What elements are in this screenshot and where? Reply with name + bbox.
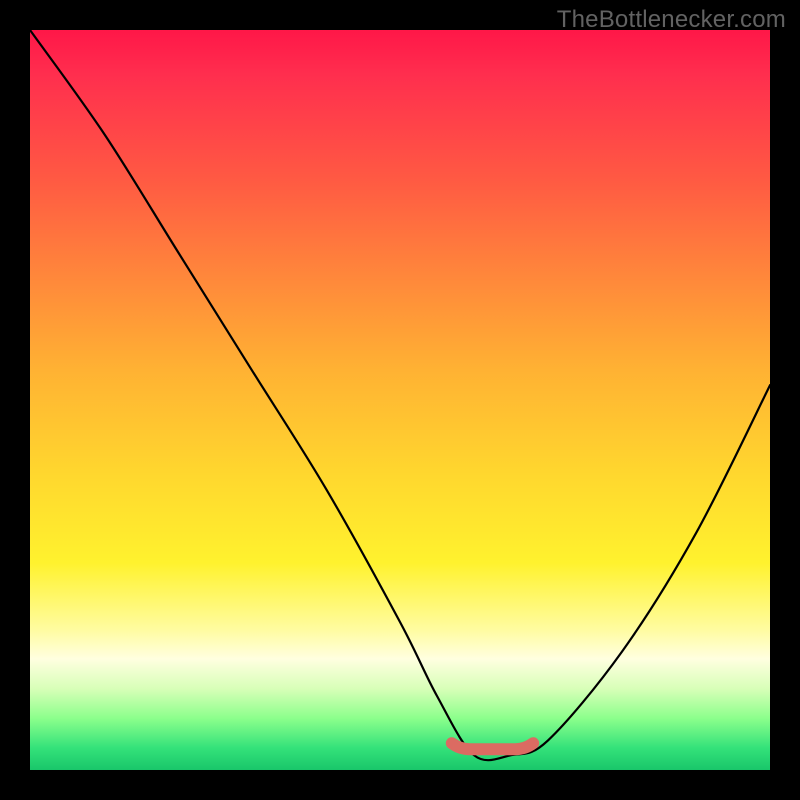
- plot-area: [30, 30, 770, 770]
- optimal-range-highlight: [452, 743, 533, 749]
- curve-svg: [30, 30, 770, 770]
- bottleneck-curve: [30, 30, 770, 760]
- watermark-text: TheBottlenecker.com: [557, 6, 786, 34]
- chart-frame: TheBottlenecker.com: [0, 0, 800, 800]
